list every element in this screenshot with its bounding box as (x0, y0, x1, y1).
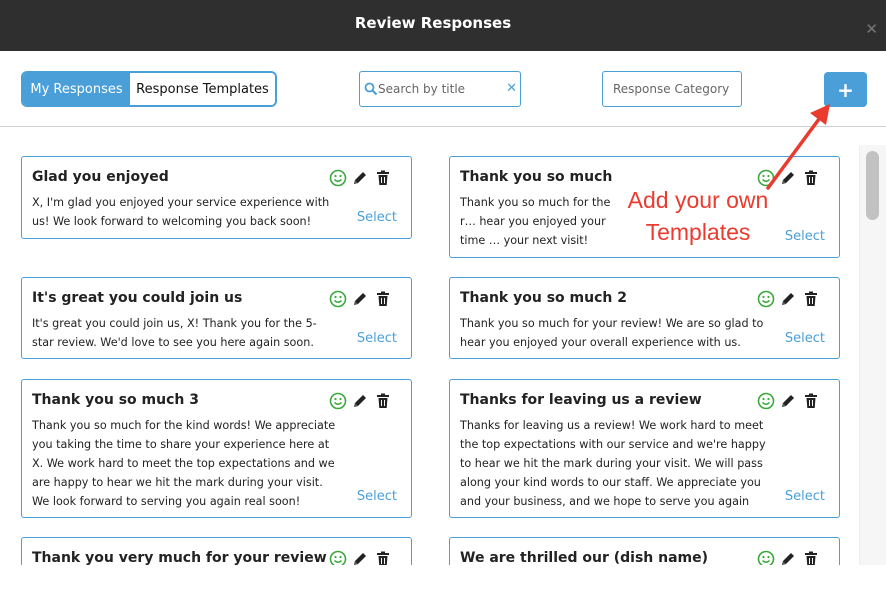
card-actions (329, 290, 399, 308)
annotation-arrow (766, 104, 830, 190)
tab-response-templates[interactable]: Response Templates (130, 73, 275, 105)
card-title: Glad you enjoyed (32, 169, 169, 185)
select-link[interactable]: Select (785, 489, 825, 504)
card-title: It's great you could join us (32, 290, 243, 306)
toolbar: My Responses Response Templates ✕ Respon… (0, 51, 886, 127)
card-actions (329, 169, 399, 187)
response-card: Thank you so much 3 Thank you so much fo… (21, 379, 412, 518)
category-placeholder: Response Category (613, 82, 730, 96)
scrollbar-thumb[interactable] (866, 151, 879, 220)
select-link[interactable]: Select (785, 331, 825, 346)
title-bar: Review Responses ✕ (0, 0, 886, 51)
select-link[interactable]: Select (357, 210, 397, 225)
response-card: It's great you could join us It's great … (21, 277, 412, 359)
trash-icon[interactable] (374, 290, 392, 308)
card-actions (757, 392, 827, 410)
pencil-icon[interactable] (351, 169, 369, 187)
card-body: Thanks for leaving us a review! We work … (460, 419, 766, 508)
select-link[interactable]: Select (357, 489, 397, 504)
card-body: Thank you so much for the r… hear you en… (460, 196, 611, 247)
tab-my-responses[interactable]: My Responses (23, 73, 130, 105)
close-icon[interactable]: ✕ (865, 20, 878, 38)
card-body: X, I'm glad you enjoyed your service exp… (32, 196, 330, 228)
trash-icon[interactable] (374, 392, 392, 410)
card-title: We are thrilled our (dish name) (460, 550, 709, 566)
trash-icon[interactable] (802, 290, 820, 308)
trash-icon[interactable] (374, 169, 392, 187)
modal-footer-strip (0, 565, 886, 592)
response-category-select[interactable]: Response Category (602, 71, 742, 107)
card-body: Thank you so much for the kind words! We… (32, 419, 336, 508)
smile-icon[interactable] (757, 290, 775, 308)
pencil-icon[interactable] (779, 392, 797, 410)
search-input[interactable] (378, 79, 504, 99)
card-body: It's great you could join us, X! Thank y… (32, 317, 317, 349)
annotation-line-2: Templates (645, 219, 751, 245)
card-title: Thanks for leaving us a review (460, 392, 702, 408)
pencil-icon[interactable] (351, 290, 369, 308)
trash-icon[interactable] (802, 392, 820, 410)
smile-icon[interactable] (329, 392, 347, 410)
smile-icon[interactable] (329, 169, 347, 187)
response-type-toggle: My Responses Response Templates (21, 71, 277, 107)
response-card: Thanks for leaving us a review Thanks fo… (449, 379, 840, 518)
pencil-icon[interactable] (351, 392, 369, 410)
card-title: Thank you so much (460, 169, 613, 185)
modal-title: Review Responses (354, 14, 512, 32)
card-title: Thank you so much 3 (32, 392, 199, 408)
card-body: Thank you so much for your review! We ar… (460, 317, 764, 349)
search-box: ✕ (359, 71, 521, 107)
smile-icon[interactable] (757, 392, 775, 410)
review-responses-modal: Review Responses ✕ My Responses Response… (0, 0, 886, 592)
card-actions (757, 290, 827, 308)
card-title: Thank you very much for your review (32, 550, 327, 566)
search-icon (364, 82, 378, 96)
response-card: Thank you so much 2 Thank you so much fo… (449, 277, 840, 359)
select-link[interactable]: Select (785, 229, 825, 244)
card-actions (329, 392, 399, 410)
clear-search-icon[interactable]: ✕ (506, 81, 517, 96)
pencil-icon[interactable] (779, 290, 797, 308)
select-link[interactable]: Select (357, 331, 397, 346)
smile-icon[interactable] (329, 290, 347, 308)
response-card: Glad you enjoyed X, I'm glad you enjoyed… (21, 156, 412, 239)
card-title: Thank you so much 2 (460, 290, 627, 306)
